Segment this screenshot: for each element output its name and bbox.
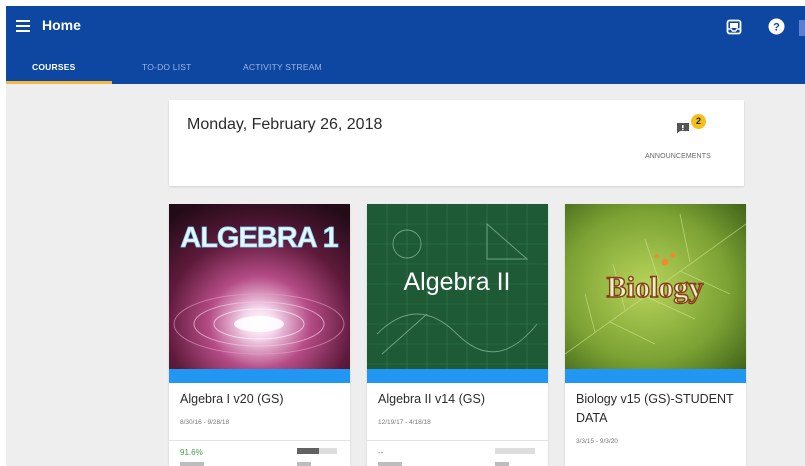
current-date: Monday, February 26, 2018 [187,116,383,133]
course-color-stripe [367,369,548,383]
course-divider [367,440,548,441]
tab-courses[interactable]: COURSES [32,62,75,72]
title-row: Home ? [6,6,805,46]
svg-text:?: ? [773,22,780,34]
course-dates: 3/3/15 - 9/3/20 [576,438,618,445]
page-title: Home [42,17,81,33]
course-divider [169,440,350,441]
course-name[interactable]: Algebra II v14 (GS) [378,390,543,409]
progress-label-stub [297,462,311,466]
course-card-biology[interactable]: Biology Biology v15 (GS)-STUDENT DATA 3/… [565,204,746,466]
course-image-algebra-2: Algebra II [367,204,548,369]
course-card-algebra-1[interactable]: ALGEBRA 1 Algebra I v20 (GS) 8/30/16 - 9… [169,204,350,466]
announcement-count-badge: 2 [691,114,706,129]
announcements-link[interactable]: ANNOUNCEMENTS [645,153,711,160]
help-icon[interactable]: ? [768,18,785,35]
course-color-stripe [565,369,746,383]
progress-label-stub [495,462,509,466]
course-progress-fill [297,448,319,454]
course-image-algebra-1: ALGEBRA 1 [169,204,350,369]
tab-activity-stream[interactable]: ACTIVITY STREAM [243,62,322,72]
course-image-title: Algebra II [403,268,510,296]
course-name[interactable]: Biology v15 (GS)-STUDENT DATA [576,390,741,428]
course-dates: 8/30/16 - 9/28/18 [180,419,230,426]
date-card: Monday, February 26, 2018 2 ANNOUNCEMENT… [169,100,744,186]
course-name[interactable]: Algebra I v20 (GS) [180,390,345,409]
course-color-stripe [169,369,350,383]
inbox-icon[interactable] [726,19,742,35]
grade-label-stub [180,462,204,466]
window-edge-control [799,20,805,36]
announcement-icon[interactable] [676,122,690,134]
course-progress-bar [297,448,337,454]
tab-to-do-list[interactable]: TO-DO LIST [142,62,192,72]
course-image-title: Biology [607,271,704,304]
grade-label-stub [378,462,402,466]
course-image-title: ALGEBRA 1 [180,222,338,254]
app-window: Home ? COURSES TO-DO LIST ACTIVITY STREA… [6,6,805,466]
active-tab-indicator [6,81,112,84]
hamburger-menu-icon[interactable] [16,20,30,32]
course-dates: 12/19/17 - 4/18/18 [378,419,431,426]
course-image-biology: Biology [565,204,746,369]
tab-bar: COURSES TO-DO LIST ACTIVITY STREAM [6,56,805,84]
course-grade: -- [378,448,384,457]
top-app-bar: Home ? COURSES TO-DO LIST ACTIVITY STREA… [6,6,805,84]
course-grade: 91.6% [180,448,203,457]
course-card-algebra-2[interactable]: Algebra II Algebra II v14 (GS) 12/19/17 … [367,204,548,466]
course-progress-bar [495,448,535,454]
